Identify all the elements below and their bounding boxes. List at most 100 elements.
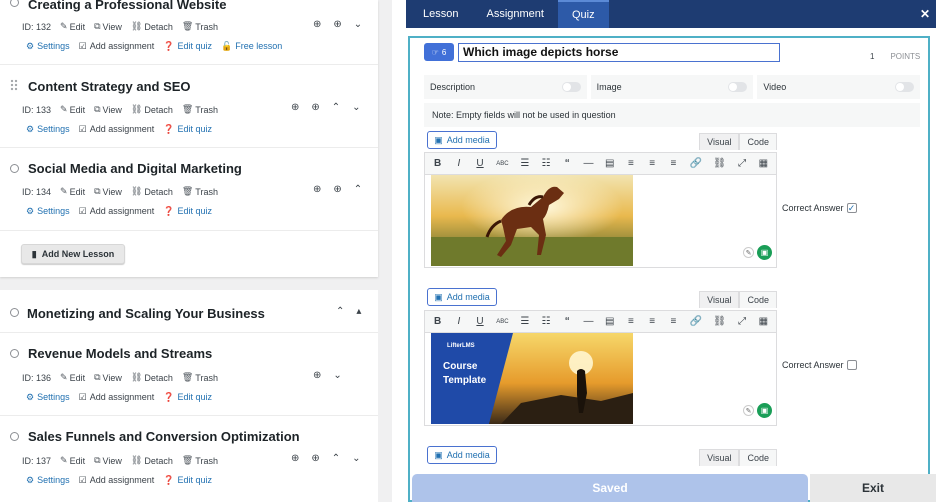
align-center-icon[interactable]: ≡: [647, 158, 657, 169]
add-assignment-link[interactable]: ☑ Add assignment: [79, 392, 155, 403]
edit-quiz-link[interactable]: ❓ Edit quiz: [163, 41, 212, 52]
keyboard-icon[interactable]: ▦: [758, 158, 768, 169]
align-center-icon[interactable]: ≡: [647, 316, 657, 327]
table-icon[interactable]: ▤: [605, 316, 615, 327]
link-icon[interactable]: 🔗: [690, 316, 702, 327]
add-assignment-link[interactable]: ☑ Add assignment: [79, 475, 155, 486]
video-toggle[interactable]: [895, 82, 915, 92]
trash-link[interactable]: 🗑 Trash: [182, 104, 218, 115]
arrow-down-circle-icon[interactable]: ⊕: [333, 184, 341, 195]
add-media-button[interactable]: ▣ Add media: [427, 131, 497, 149]
lesson-title[interactable]: Sales Funnels and Conversion Optimizatio…: [28, 429, 300, 444]
trash-link[interactable]: 🗑 Trash: [182, 186, 218, 197]
saved-button[interactable]: Saved: [412, 474, 808, 502]
numbered-list-icon[interactable]: ☷: [541, 158, 551, 169]
code-tab[interactable]: Code: [739, 133, 777, 150]
align-right-icon[interactable]: ≡: [668, 158, 678, 169]
bullet-list-icon[interactable]: ☰: [520, 316, 530, 327]
arrow-up-circle-icon[interactable]: ⊕: [313, 19, 321, 30]
close-icon[interactable]: ✕: [920, 7, 930, 21]
correct-answer-checkbox[interactable]: ✓: [846, 203, 857, 213]
arrow-down-circle-icon[interactable]: ⊕: [311, 102, 319, 113]
code-tab[interactable]: Code: [739, 449, 777, 466]
italic-icon[interactable]: I: [454, 316, 464, 327]
fullscreen-icon[interactable]: ⤢: [737, 316, 747, 327]
image-toggle[interactable]: [728, 82, 748, 92]
add-assignment-link[interactable]: ☑ Add assignment: [79, 124, 155, 135]
chevron-up-icon[interactable]: ⌃: [332, 453, 340, 464]
arrow-up-circle-icon[interactable]: ⊕: [313, 370, 321, 381]
add-media-button[interactable]: ▣ Add media: [427, 288, 497, 306]
settings-link[interactable]: ⚙ Settings: [26, 41, 70, 52]
view-link[interactable]: ⧉ View: [94, 104, 122, 115]
bold-icon[interactable]: B: [433, 158, 443, 169]
visual-tab[interactable]: Visual: [699, 449, 740, 466]
code-tab[interactable]: Code: [739, 291, 777, 308]
visual-tab[interactable]: Visual: [699, 133, 740, 150]
edit-pencil-icon[interactable]: ✎: [743, 405, 754, 416]
chevron-down-icon[interactable]: ⌄: [354, 19, 362, 30]
horizontal-rule-icon[interactable]: —: [583, 316, 593, 327]
lesson-title[interactable]: Content Strategy and SEO: [28, 79, 191, 94]
chevron-up-icon[interactable]: ⌃: [336, 306, 344, 317]
align-left-icon[interactable]: ≡: [626, 158, 636, 169]
settings-link[interactable]: ⚙ Settings: [26, 206, 70, 217]
detach-link[interactable]: ⛓ Detach: [131, 455, 173, 466]
link-icon[interactable]: 🔗: [690, 158, 702, 169]
underline-icon[interactable]: U: [475, 158, 485, 169]
answer-content-area[interactable]: ✎ ▣: [424, 175, 777, 268]
free-lesson-link[interactable]: 🔓 Free lesson: [221, 41, 282, 52]
bullet-list-icon[interactable]: ☰: [520, 158, 530, 169]
fullscreen-icon[interactable]: ⤢: [737, 158, 747, 169]
edit-link[interactable]: ✎ Edit: [60, 21, 85, 32]
description-toggle[interactable]: [561, 82, 581, 92]
numbered-list-icon[interactable]: ☷: [541, 316, 551, 327]
strikethrough-icon[interactable]: ABC: [496, 161, 508, 167]
edit-link[interactable]: ✎ Edit: [60, 104, 85, 115]
detach-link[interactable]: ⛓ Detach: [131, 104, 173, 115]
caret-up-icon[interactable]: ▴: [356, 306, 361, 317]
settings-link[interactable]: ⚙ Settings: [26, 475, 70, 486]
italic-icon[interactable]: I: [454, 158, 464, 169]
drag-handle-icon[interactable]: [10, 79, 18, 91]
table-icon[interactable]: ▤: [605, 158, 615, 169]
blockquote-icon[interactable]: “: [562, 316, 572, 327]
add-assignment-link[interactable]: ☑ Add assignment: [79, 206, 155, 217]
lesson-title[interactable]: Revenue Models and Streams: [28, 346, 212, 361]
question-title-input[interactable]: Which image depicts horse: [458, 43, 780, 62]
unlink-icon[interactable]: ⛓: [713, 316, 726, 327]
visual-tab[interactable]: Visual: [699, 291, 740, 308]
add-new-lesson-button[interactable]: ▮ Add New Lesson: [21, 244, 125, 264]
lesson-title[interactable]: Creating a Professional Website: [28, 0, 226, 12]
add-assignment-link[interactable]: ☑ Add assignment: [79, 41, 155, 52]
view-link[interactable]: ⧉ View: [94, 186, 122, 197]
blockquote-icon[interactable]: “: [562, 158, 572, 169]
section-title[interactable]: Monetizing and Scaling Your Business: [27, 306, 265, 321]
edit-quiz-link[interactable]: ❓ Edit quiz: [163, 124, 212, 135]
detach-link[interactable]: ⛓ Detach: [131, 21, 173, 32]
horizontal-rule-icon[interactable]: —: [583, 158, 593, 169]
unlink-icon[interactable]: ⛓: [713, 158, 726, 169]
ai-assistant-icon[interactable]: ▣: [757, 245, 772, 260]
edit-link[interactable]: ✎ Edit: [60, 186, 85, 197]
edit-quiz-link[interactable]: ❓ Edit quiz: [163, 392, 212, 403]
detach-link[interactable]: ⛓ Detach: [131, 186, 173, 197]
add-media-button[interactable]: ▣ Add media: [427, 446, 497, 464]
tab-lesson[interactable]: Lesson: [406, 0, 472, 28]
view-link[interactable]: ⧉ View: [94, 21, 122, 32]
question-number-badge[interactable]: ☞ 6: [424, 43, 454, 61]
keyboard-icon[interactable]: ▦: [758, 316, 768, 327]
lesson-title[interactable]: Social Media and Digital Marketing: [28, 161, 242, 176]
view-link[interactable]: ⧉ View: [94, 455, 122, 466]
align-left-icon[interactable]: ≡: [626, 316, 636, 327]
settings-link[interactable]: ⚙ Settings: [26, 392, 70, 403]
bold-icon[interactable]: B: [433, 316, 443, 327]
arrow-up-circle-icon[interactable]: ⊕: [291, 102, 299, 113]
align-right-icon[interactable]: ≡: [668, 316, 678, 327]
tab-assignment[interactable]: Assignment: [472, 0, 557, 28]
chevron-up-icon[interactable]: ⌃: [332, 102, 340, 113]
chevron-down-icon[interactable]: ⌄: [333, 370, 341, 381]
edit-pencil-icon[interactable]: ✎: [743, 247, 754, 258]
trash-link[interactable]: 🗑 Trash: [182, 455, 218, 466]
arrow-down-circle-icon[interactable]: ⊕: [311, 453, 319, 464]
